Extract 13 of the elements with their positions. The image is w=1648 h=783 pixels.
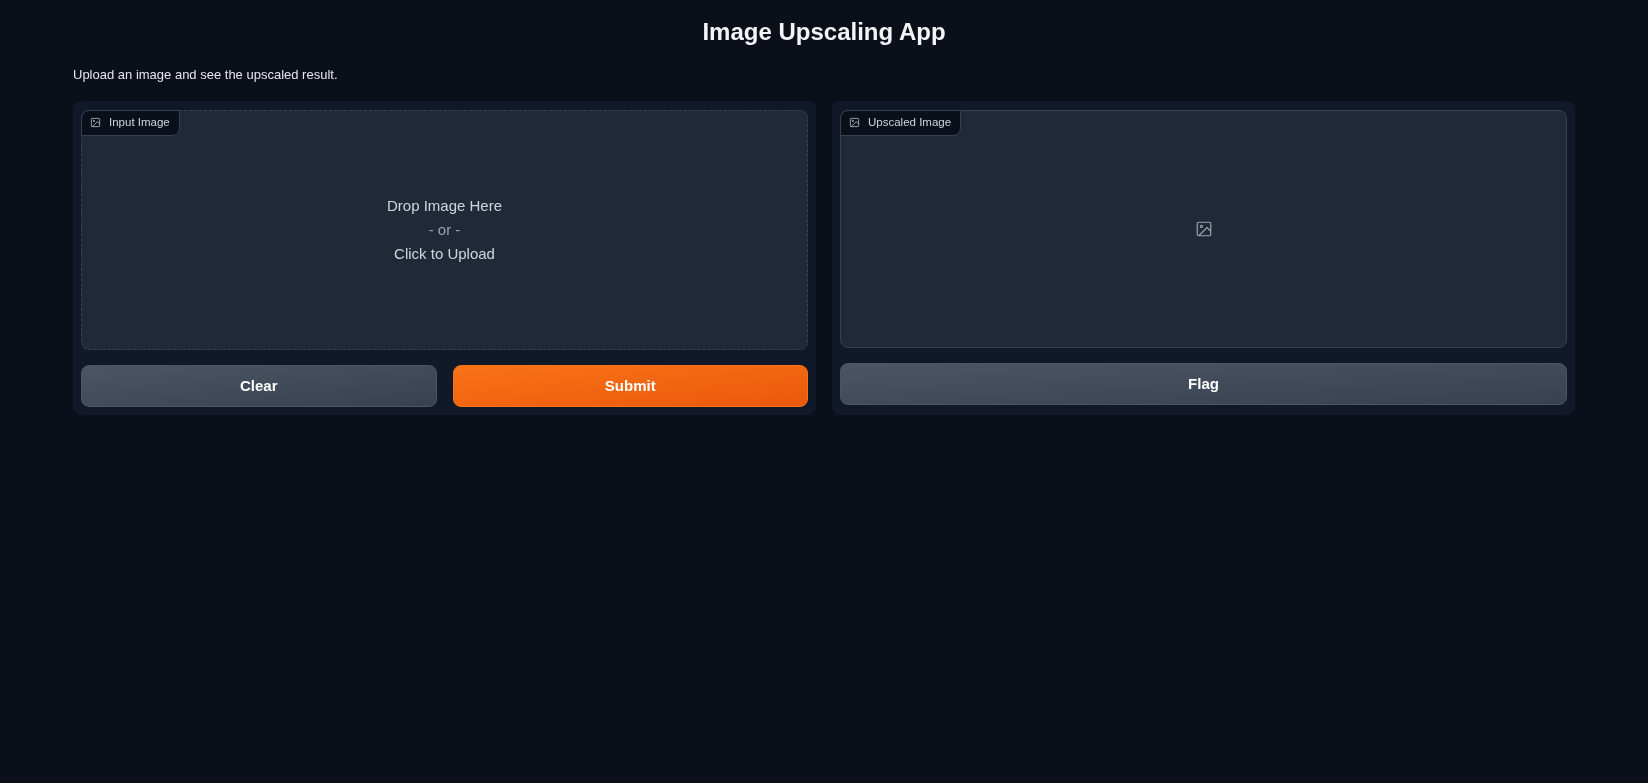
image-label-text: Input Image	[109, 115, 170, 131]
image-label-text: Upscaled Image	[868, 115, 952, 131]
image-icon	[849, 117, 860, 129]
app-title: Image Upscaling App	[701, 17, 947, 47]
upload-hint: Click to Upload	[394, 244, 495, 265]
upload-hint: Drop Image Here	[386, 196, 503, 217]
image-icon	[1194, 220, 1213, 239]
image-icon	[90, 117, 101, 129]
action-button[interactable]: Clear	[81, 365, 437, 408]
separator-text: - or -	[428, 220, 461, 241]
action-button[interactable]: Flag	[840, 363, 1567, 406]
description: Upload an image and see the upscaled result.	[73, 65, 339, 84]
upload-area[interactable]: Input Image Drop Image Here - or - Click to Upload	[81, 110, 808, 351]
